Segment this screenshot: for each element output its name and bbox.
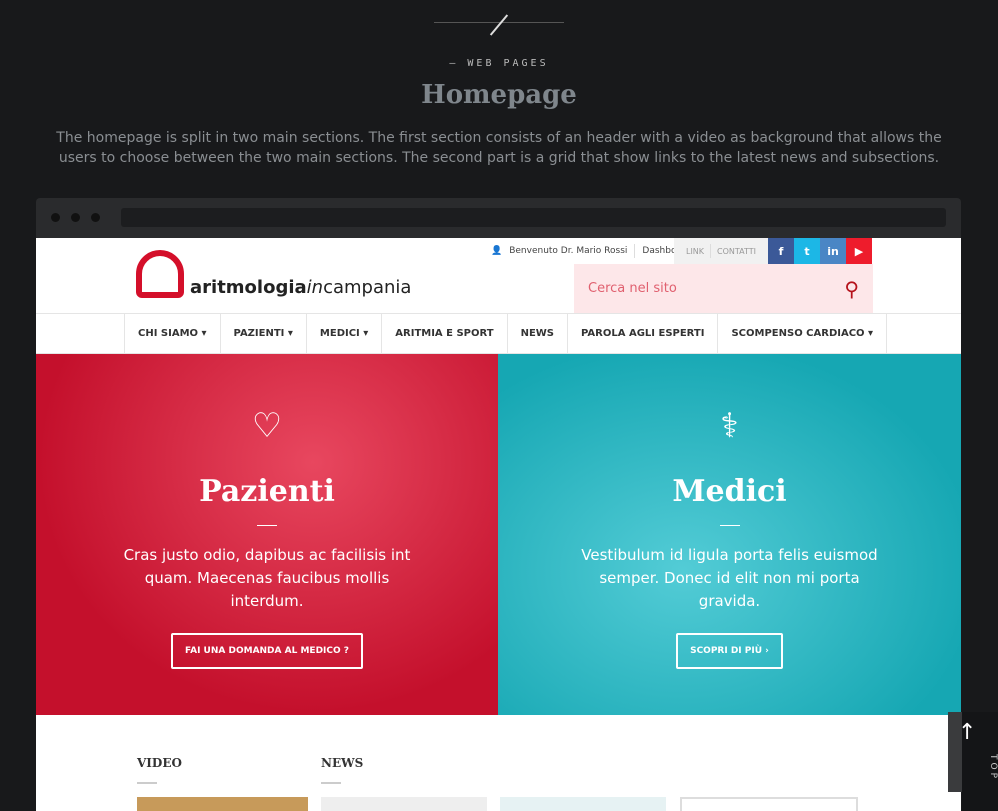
window-dot xyxy=(71,213,80,222)
window-dot xyxy=(91,213,100,222)
youtube-icon[interactable]: ▶ xyxy=(846,238,872,264)
nav-aritmia-sport[interactable]: ARITMIA E SPORT xyxy=(381,314,506,353)
slash-decoration xyxy=(489,14,509,36)
news-thumbnail[interactable] xyxy=(321,797,487,811)
nav-medici[interactable]: MEDICI ▾ xyxy=(305,314,381,353)
search-icon[interactable]: ⚲ xyxy=(844,277,859,301)
browser-mockup: aritmologiaincampania 👤 Benvenuto Dr. Ma… xyxy=(36,198,961,811)
hero-pazienti: ♡ Pazienti Cras justo odio, dapibus ac f… xyxy=(36,354,498,715)
page-title: Homepage xyxy=(421,80,577,110)
window-dot xyxy=(51,213,60,222)
arrow-up-icon[interactable]: ↑ xyxy=(958,720,976,745)
nav-pazienti[interactable]: PAZIENTI ▾ xyxy=(219,314,306,353)
nav-parola-esperti[interactable]: PAROLA AGLI ESPERTI xyxy=(567,314,717,353)
hero-text: Vestibulum id ligula porta felis euismod… xyxy=(581,546,878,610)
main-nav: CHI SIAMO ▾ PAZIENTI ▾ MEDICI ▾ ARITMIA … xyxy=(36,313,961,354)
site-page: aritmologiaincampania 👤 Benvenuto Dr. Ma… xyxy=(36,238,961,811)
nav-news[interactable]: NEWS xyxy=(506,314,567,353)
heart-logo-icon xyxy=(136,250,184,298)
video-thumbnail[interactable] xyxy=(137,797,308,811)
linkedin-icon[interactable]: in xyxy=(820,238,846,264)
description: The homepage is split in two main sectio… xyxy=(56,130,942,166)
logo-text: campania xyxy=(323,277,412,298)
nav-scompenso[interactable]: SCOMPENSO CARDIACO ▾ xyxy=(717,314,888,353)
nav-chi-siamo[interactable]: CHI SIAMO ▾ xyxy=(124,314,220,353)
contatti-link[interactable]: CONTATTI xyxy=(717,247,756,256)
hero-title: Medici xyxy=(672,474,787,509)
logo[interactable]: aritmologiaincampania xyxy=(136,250,411,298)
news-card[interactable] xyxy=(680,797,858,811)
patient-heart-icon: ♡ xyxy=(251,406,283,446)
logo-text: in xyxy=(306,277,324,298)
section-video: VIDEO xyxy=(137,756,182,784)
discover-button[interactable]: SCOPRI DI PIÙ › xyxy=(676,633,783,669)
news-thumbnail[interactable] xyxy=(500,797,666,811)
stethoscope-icon: ⚕ xyxy=(720,406,739,446)
logo-text: aritmologia xyxy=(190,277,307,298)
eyebrow: — WEB PAGES xyxy=(449,58,549,69)
hero-medici: ⚕ Medici Vestibulum id ligula porta feli… xyxy=(498,354,961,715)
search-placeholder: Cerca nel sito xyxy=(588,281,677,296)
ask-doctor-button[interactable]: FAI UNA DOMANDA AL MEDICO ? xyxy=(170,633,363,669)
user-greeting: Benvenuto Dr. Mario Rossi xyxy=(509,246,628,256)
search-input[interactable]: Cerca nel sito ⚲ xyxy=(574,264,873,313)
hero-title: Pazienti xyxy=(199,474,335,509)
twitter-icon[interactable]: t xyxy=(794,238,820,264)
link-link[interactable]: LINK xyxy=(686,247,704,256)
section-news: NEWS xyxy=(321,756,363,784)
user-icon: 👤 xyxy=(491,246,503,256)
hero-text: Cras justo odio, dapibus ac facilisis in… xyxy=(123,546,411,610)
address-bar[interactable] xyxy=(121,208,946,227)
facebook-icon[interactable]: f xyxy=(768,238,794,264)
